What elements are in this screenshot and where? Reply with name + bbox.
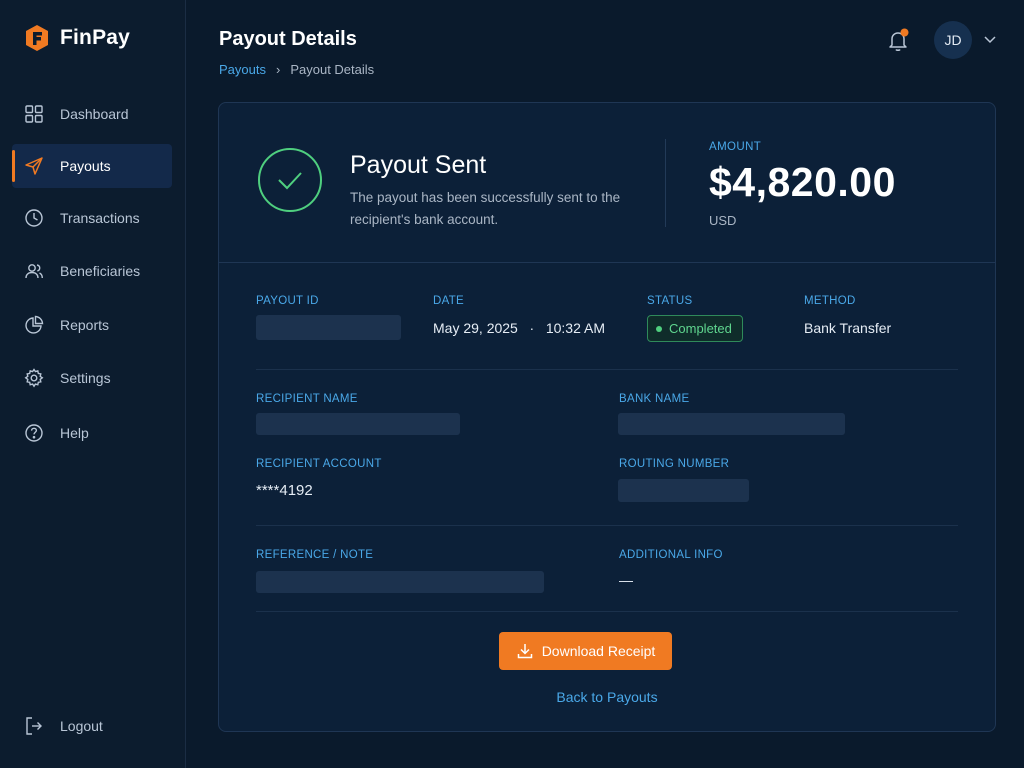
logout-icon [23, 715, 45, 737]
breadcrumb: Payouts › Payout Details [219, 62, 374, 77]
pie-chart-icon [23, 314, 45, 336]
breadcrumb-payouts-link[interactable]: Payouts [219, 62, 266, 77]
reference-note-label: REFERENCE / NOTE [256, 549, 374, 561]
row-divider [256, 611, 958, 612]
recipient-name-label: RECIPIENT NAME [256, 393, 358, 405]
sidebar-item-label: Payouts [60, 158, 111, 174]
vertical-divider [665, 139, 666, 227]
sidebar-item-dashboard[interactable]: Dashboard [12, 92, 172, 136]
sidebar-item-help[interactable]: Help [12, 411, 172, 455]
sidebar-item-label: Help [60, 425, 89, 441]
gear-icon [23, 367, 45, 389]
payout-id-label: PAYOUT ID [256, 295, 319, 307]
amount-value: $4,820.00 [709, 159, 896, 205]
recipient-account-value: ****4192 [256, 482, 313, 499]
help-circle-icon [23, 422, 45, 444]
logout-label: Logout [60, 718, 103, 734]
sidebar-item-label: Dashboard [60, 106, 129, 122]
brand-name: FinPay [60, 26, 131, 49]
back-to-payouts-link[interactable]: Back to Payouts [219, 689, 995, 705]
bank-name-label: BANK NAME [619, 393, 690, 405]
method-label: METHOD [804, 295, 856, 307]
users-icon [23, 260, 45, 282]
status-value: Completed [669, 321, 732, 336]
download-receipt-button[interactable]: Download Receipt [499, 632, 672, 670]
download-receipt-label: Download Receipt [541, 643, 656, 659]
routing-number-value-redacted [618, 479, 749, 502]
grid-icon [23, 103, 45, 125]
finpay-logo-icon [26, 25, 48, 51]
additional-info-value: — [619, 572, 633, 588]
row-divider [256, 369, 958, 370]
sidebar-item-label: Reports [60, 317, 110, 333]
row-divider [256, 525, 958, 526]
recipient-name-value-redacted [256, 413, 460, 435]
chevron-down-icon[interactable] [982, 31, 998, 47]
sidebar-item-label: Settings [60, 370, 111, 386]
sidebar: FinPay Dashboard Payouts Transactions Be… [0, 0, 186, 768]
breadcrumb-separator: › [275, 62, 281, 77]
breadcrumb-current: Payout Details [290, 62, 375, 77]
user-avatar[interactable]: JD [934, 21, 972, 59]
amount-currency: USD [709, 213, 737, 228]
download-icon [517, 644, 532, 659]
additional-info-label: ADDITIONAL INFO [619, 549, 723, 561]
clock-icon [23, 207, 45, 229]
check-circle-icon [258, 148, 322, 212]
notification-bell-icon[interactable] [884, 26, 912, 54]
sidebar-item-transactions[interactable]: Transactions [12, 196, 172, 240]
sidebar-item-beneficiaries[interactable]: Beneficiaries [12, 249, 172, 293]
recipient-account-label: RECIPIENT ACCOUNT [256, 458, 382, 470]
logout-button[interactable]: Logout [12, 704, 172, 748]
sidebar-item-reports[interactable]: Reports [12, 303, 172, 347]
section-divider [219, 262, 995, 263]
payout-status-description: The payout has been successfully sent to… [350, 190, 621, 227]
payout-details-card: Payout Sent The payout has been successf… [218, 102, 996, 732]
sidebar-item-label: Transactions [60, 210, 140, 226]
method-value: Bank Transfer [804, 320, 892, 336]
status-dot [656, 325, 662, 332]
reference-note-value-redacted [256, 571, 544, 593]
payout-status-title: Payout Sent [350, 151, 487, 179]
bank-name-value-redacted [618, 413, 845, 435]
sidebar-item-settings[interactable]: Settings [12, 356, 172, 400]
routing-number-label: ROUTING NUMBER [619, 458, 730, 470]
send-icon [23, 155, 45, 177]
date-label: DATE [433, 295, 465, 307]
date-value: May 29, 2025 · 10:32 AM [433, 320, 605, 336]
sidebar-item-label: Beneficiaries [60, 263, 141, 279]
page-title: Payout Details [219, 28, 357, 50]
status-badge: Completed [647, 315, 743, 342]
status-label: STATUS [647, 295, 693, 307]
brand[interactable]: FinPay [24, 24, 130, 52]
payout-id-value-redacted [256, 315, 401, 340]
amount-label: AMOUNT [709, 141, 762, 153]
sidebar-item-payouts[interactable]: Payouts [12, 144, 172, 188]
